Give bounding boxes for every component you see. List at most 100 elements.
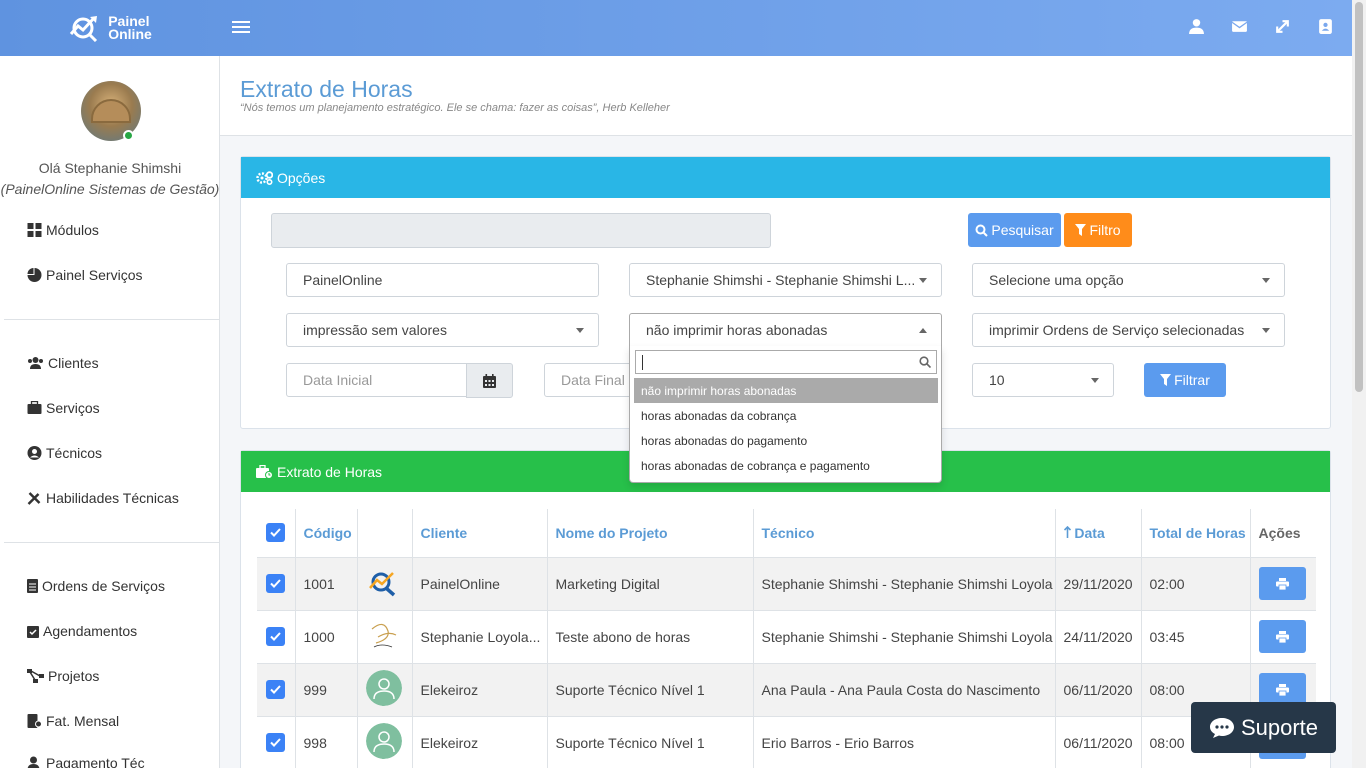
invoice-icon (27, 714, 42, 728)
start-date-placeholder: Data Inicial (303, 372, 373, 388)
start-date-input[interactable]: Data Inicial (286, 363, 467, 397)
cell-tecnico: Stephanie Shimshi - Stephanie Shimshi Lo… (753, 557, 1056, 611)
cell-codigo: 1000 (295, 610, 358, 664)
dropdown-search-input[interactable] (635, 350, 937, 374)
cell-data: 29/11/2020 (1055, 557, 1142, 611)
chevron-down-icon (1262, 278, 1270, 283)
sidebar-item-agendamentos[interactable]: Agendamentos (27, 623, 137, 639)
cell-tecnico: Erio Barros - Erio Barros (753, 716, 1056, 768)
sidebar-item-ordens[interactable]: Ordens de Serviços (27, 578, 165, 594)
orders-print-value: imprimir Ordens de Serviço selecionadas (989, 322, 1245, 338)
online-status-dot (123, 130, 134, 141)
row-checkbox[interactable] (266, 574, 285, 593)
search-bar-readonly[interactable] (271, 213, 771, 248)
cell-codigo: 998 (295, 716, 358, 768)
sidebar-item-habilidades[interactable]: Habilidades Técnicas (27, 490, 179, 506)
client-select[interactable]: PainelOnline (286, 263, 599, 297)
row-checkbox[interactable] (266, 733, 285, 752)
table-row[interactable]: 1000 Stephanie Loyola... Teste abono de … (257, 610, 1316, 664)
calendar-button[interactable] (466, 363, 513, 398)
address-book-icon[interactable] (1317, 18, 1334, 35)
client-avatar-placeholder (365, 670, 402, 706)
sidebar-item-label: Agendamentos (43, 623, 138, 639)
expand-icon[interactable] (1274, 18, 1291, 35)
menu-toggle-icon[interactable] (232, 18, 250, 36)
user-payment-icon (27, 756, 40, 768)
brand-logo[interactable]: Painel Online (0, 0, 220, 56)
tools-icon (27, 492, 41, 505)
check-icon (270, 738, 281, 747)
sidebar-item-label: Fat. Mensal (46, 713, 120, 729)
cell-codigo: 1001 (295, 557, 358, 611)
statement-card: Extrato de Horas Código Cliente Nome do … (240, 450, 1331, 768)
filter-icon (1075, 224, 1087, 236)
page-size-value: 10 (989, 372, 1005, 388)
dropdown-option[interactable]: horas abonadas de cobrança e pagamento (634, 453, 938, 478)
print-button[interactable] (1258, 620, 1306, 653)
page-subtitle: “Nós temos um planejamento estratégico. … (240, 102, 670, 114)
page-size-select[interactable]: 10 (972, 363, 1114, 397)
abono-select[interactable]: não imprimir horas abonadas (629, 313, 942, 347)
support-chat-button[interactable]: Suporte (1191, 702, 1336, 753)
user-greeting: Olá Stephanie Shimshi (38, 160, 182, 176)
col-horas[interactable]: Total de Horas (1141, 509, 1251, 558)
sidebar: Olá Stephanie Shimshi (PainelOnline Sist… (0, 56, 220, 768)
sidebar-item-label: Ordens de Serviços (42, 578, 165, 594)
project-diagram-icon (27, 669, 44, 683)
sidebar-item-fat-mensal[interactable]: Fat. Mensal (27, 713, 119, 729)
row-checkbox[interactable] (266, 680, 285, 699)
table-row[interactable]: 998 Elekeiroz Suporte Técnico Nível 1 Er… (257, 716, 1316, 768)
support-label: Suporte (1240, 714, 1319, 740)
sidebar-item-servicos[interactable]: Serviços (27, 400, 100, 416)
user-icon[interactable] (1188, 18, 1205, 35)
cell-horas: 02:00 (1141, 557, 1251, 611)
dropdown-option[interactable]: horas abonadas do pagamento (634, 428, 938, 453)
dropdown-option[interactable]: não imprimir horas abonadas (634, 378, 938, 403)
print-button[interactable] (1258, 567, 1306, 600)
page-scrollbar[interactable] (1352, 0, 1366, 768)
briefcase-clock-icon (256, 464, 273, 479)
sidebar-item-pagamento-tec[interactable]: Pagamento Téc (27, 755, 145, 768)
col-data-label: Data (1074, 524, 1105, 541)
sidebar-item-projetos[interactable]: Projetos (27, 668, 99, 684)
scrollbar-thumb[interactable] (1355, 2, 1363, 392)
technician-select[interactable]: Stephanie Shimshi - Stephanie Shimshi L.… (629, 263, 942, 297)
sidebar-item-label: Serviços (46, 400, 100, 416)
client-logo-painelonline (368, 572, 395, 597)
check-icon (270, 528, 281, 538)
orders-print-select[interactable]: imprimir Ordens de Serviço selecionadas (972, 313, 1285, 347)
cell-projeto: Marketing Digital (547, 557, 754, 611)
apply-filter-button[interactable]: Filtrar (1144, 363, 1226, 397)
row-checkbox[interactable] (266, 627, 285, 646)
cell-projeto: Teste abono de horas (547, 610, 754, 664)
cell-data: 06/11/2020 (1055, 716, 1142, 768)
search-button[interactable]: Pesquisar (968, 213, 1061, 247)
envelope-icon[interactable] (1231, 18, 1248, 35)
dropdown-option[interactable]: horas abonadas da cobrança (634, 403, 938, 428)
filter-toggle-button[interactable]: Filtro (1064, 213, 1132, 247)
col-codigo[interactable]: Código (295, 509, 358, 558)
table-row[interactable]: 999 Elekeiroz Suporte Técnico Nível 1 An… (257, 663, 1316, 717)
option-select[interactable]: Selecione uma opção (972, 263, 1285, 297)
options-card-header[interactable]: Opções (241, 157, 1330, 198)
col-cliente[interactable]: Cliente (412, 509, 548, 558)
col-data[interactable]: Data (1055, 509, 1142, 558)
filter-toggle-label: Filtro (1089, 222, 1121, 238)
user-circle-icon (27, 446, 42, 460)
abono-dropdown: não imprimir horas abonadas horas abonad… (629, 346, 942, 483)
col-tecnico[interactable]: Técnico (753, 509, 1056, 558)
sidebar-item-modulos[interactable]: Módulos (27, 222, 99, 238)
col-acoes: Ações (1250, 509, 1316, 558)
sidebar-item-clientes[interactable]: Clientes (27, 355, 99, 371)
table-row[interactable]: 1001 PainelOnline Marketing Digital Step… (257, 557, 1316, 611)
select-all-checkbox[interactable] (266, 523, 285, 543)
sidebar-item-painel-servicos[interactable]: Painel Serviços (27, 267, 143, 283)
sidebar-item-tecnicos[interactable]: Técnicos (27, 445, 102, 461)
col-projeto[interactable]: Nome do Projeto (547, 509, 754, 558)
print-mode-select[interactable]: impressão sem valores (286, 313, 599, 347)
sidebar-item-label: Habilidades Técnicas (46, 490, 179, 506)
chevron-down-icon (1091, 378, 1099, 383)
calendar-check-icon (27, 626, 39, 638)
sidebar-divider (4, 542, 219, 543)
cell-data: 24/11/2020 (1055, 610, 1142, 664)
